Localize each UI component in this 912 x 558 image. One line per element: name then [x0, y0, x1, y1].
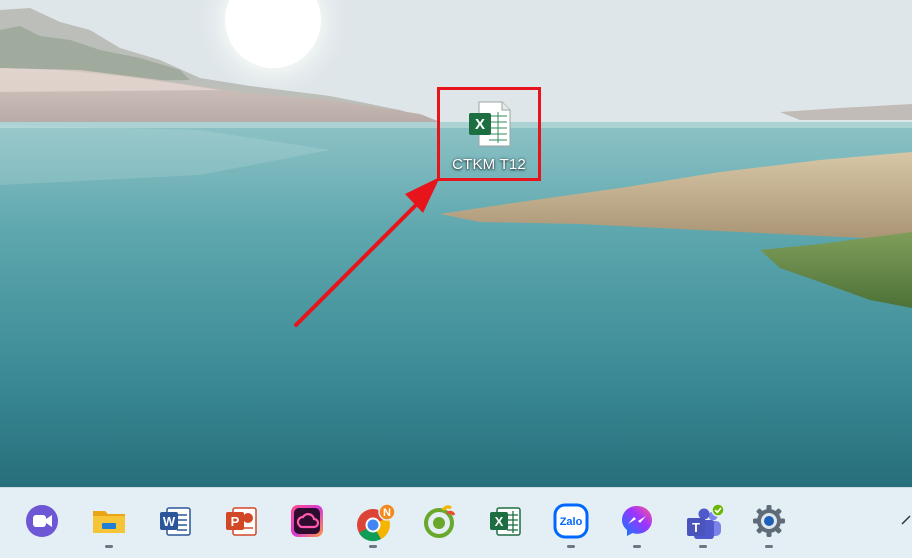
chrome-icon: N	[357, 503, 395, 542]
running-indicator	[105, 545, 113, 548]
taskbar-app-meet[interactable]	[22, 501, 62, 545]
creative-cloud-icon	[291, 505, 323, 537]
taskbar-app-word[interactable]: W	[155, 501, 195, 545]
taskbar-app-zalo[interactable]: Zalo	[551, 501, 591, 548]
running-indicator	[369, 545, 377, 548]
powerpoint-icon: P	[226, 507, 257, 536]
settings-icon	[753, 505, 785, 537]
teams-icon: T	[687, 503, 725, 539]
zalo-icon: Zalo	[553, 503, 589, 539]
meet-icon	[26, 505, 58, 537]
zalo-label: Zalo	[560, 516, 583, 528]
word-icon: W	[160, 507, 191, 536]
taskbar-app-settings[interactable]	[749, 501, 789, 548]
chrome-badge: N	[383, 507, 391, 519]
taskbar-app-creative-cloud[interactable]	[287, 501, 327, 545]
excel-file-letter: X	[475, 116, 485, 133]
messenger-icon	[622, 506, 652, 536]
word-letter: W	[163, 514, 176, 529]
taskbar-app-chrome[interactable]: N	[353, 501, 395, 548]
running-indicator	[699, 545, 707, 548]
excel-letter: X	[495, 514, 504, 529]
excel-file-icon: X	[469, 101, 511, 147]
show-hidden-icons-chevron-icon[interactable]	[898, 506, 912, 536]
taskbar-app-excel[interactable]: X	[485, 501, 525, 545]
running-indicator	[765, 545, 773, 548]
excel-icon: X	[490, 507, 521, 536]
taskbar-app-coccoc[interactable]	[419, 501, 459, 545]
taskbar-app-file-explorer[interactable]	[89, 501, 129, 548]
taskbar-app-teams[interactable]: T	[683, 501, 725, 548]
running-indicator	[567, 545, 575, 548]
landscape-wallpaper	[0, 0, 912, 487]
running-indicator	[633, 545, 641, 548]
desktop: X CTKM T12	[0, 0, 912, 487]
desktop-file-label: CTKM T12	[452, 156, 526, 173]
teams-letter: T	[692, 520, 700, 535]
taskbar-app-powerpoint[interactable]: P	[221, 501, 261, 545]
taskbar: W P N X Zalo T	[0, 487, 912, 558]
coccoc-icon	[424, 505, 456, 538]
taskbar-app-messenger[interactable]	[617, 501, 657, 548]
file-explorer-icon	[93, 511, 125, 533]
desktop-file-ctkm-t12[interactable]: X CTKM T12	[437, 87, 541, 181]
powerpoint-letter: P	[231, 514, 240, 529]
